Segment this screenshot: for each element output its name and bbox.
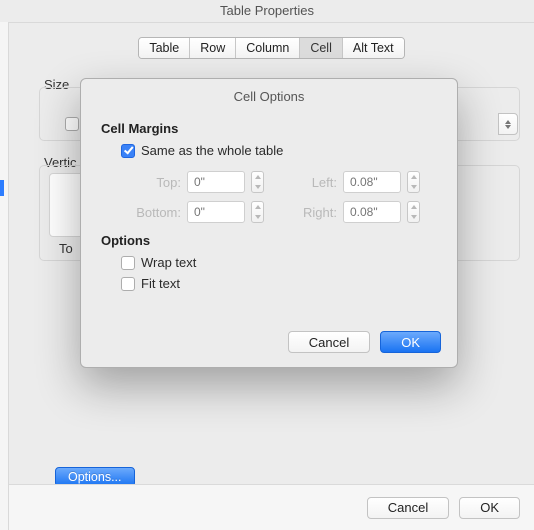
window-title: Table Properties — [0, 0, 534, 22]
main-cancel-button[interactable]: Cancel — [367, 497, 449, 519]
same-as-table-checkbox[interactable]: Same as the whole table — [121, 143, 283, 158]
left-stepper[interactable] — [407, 171, 420, 193]
tab-table[interactable]: Table — [139, 38, 190, 58]
right-stepper[interactable] — [407, 201, 420, 223]
bottom-stepper[interactable] — [251, 201, 264, 223]
sheet-cancel-button[interactable]: Cancel — [288, 331, 370, 353]
tab-bar: Table Row Column Cell Alt Text — [138, 37, 404, 59]
wrap-text-label: Wrap text — [141, 255, 196, 270]
measure-select-stepper[interactable] — [498, 113, 518, 135]
checkbox-icon — [121, 277, 135, 291]
checkbox-icon — [121, 256, 135, 270]
same-as-table-label: Same as the whole table — [141, 143, 283, 158]
cell-options-sheet: Cell Options Cell Margins Same as the wh… — [80, 78, 458, 368]
fit-text-checkbox[interactable]: Fit text — [121, 276, 180, 291]
dialog-footer: Cancel OK — [9, 484, 534, 530]
right-input[interactable] — [343, 201, 401, 223]
checkbox-icon — [121, 144, 135, 158]
top-stepper[interactable] — [251, 171, 264, 193]
left-gutter — [0, 22, 8, 530]
top-input[interactable] — [187, 171, 245, 193]
fit-text-label: Fit text — [141, 276, 180, 291]
left-label: Left: — [281, 175, 337, 190]
top-label: Top: — [125, 175, 181, 190]
bottom-label: Bottom: — [125, 205, 181, 220]
tab-row[interactable]: Row — [190, 38, 236, 58]
right-label: Right: — [281, 205, 337, 220]
tab-cell[interactable]: Cell — [300, 38, 343, 58]
main-ok-button[interactable]: OK — [459, 497, 520, 519]
sheet-title: Cell Options — [81, 79, 457, 104]
wrap-text-checkbox[interactable]: Wrap text — [121, 255, 196, 270]
tab-column[interactable]: Column — [236, 38, 300, 58]
sheet-ok-button[interactable]: OK — [380, 331, 441, 353]
align-label-truncated: To — [59, 241, 73, 256]
tab-alt-text[interactable]: Alt Text — [343, 38, 404, 58]
checkbox-icon — [65, 117, 79, 131]
bottom-input[interactable] — [187, 201, 245, 223]
left-input[interactable] — [343, 171, 401, 193]
options-heading: Options — [101, 233, 150, 248]
cell-margins-heading: Cell Margins — [101, 121, 178, 136]
